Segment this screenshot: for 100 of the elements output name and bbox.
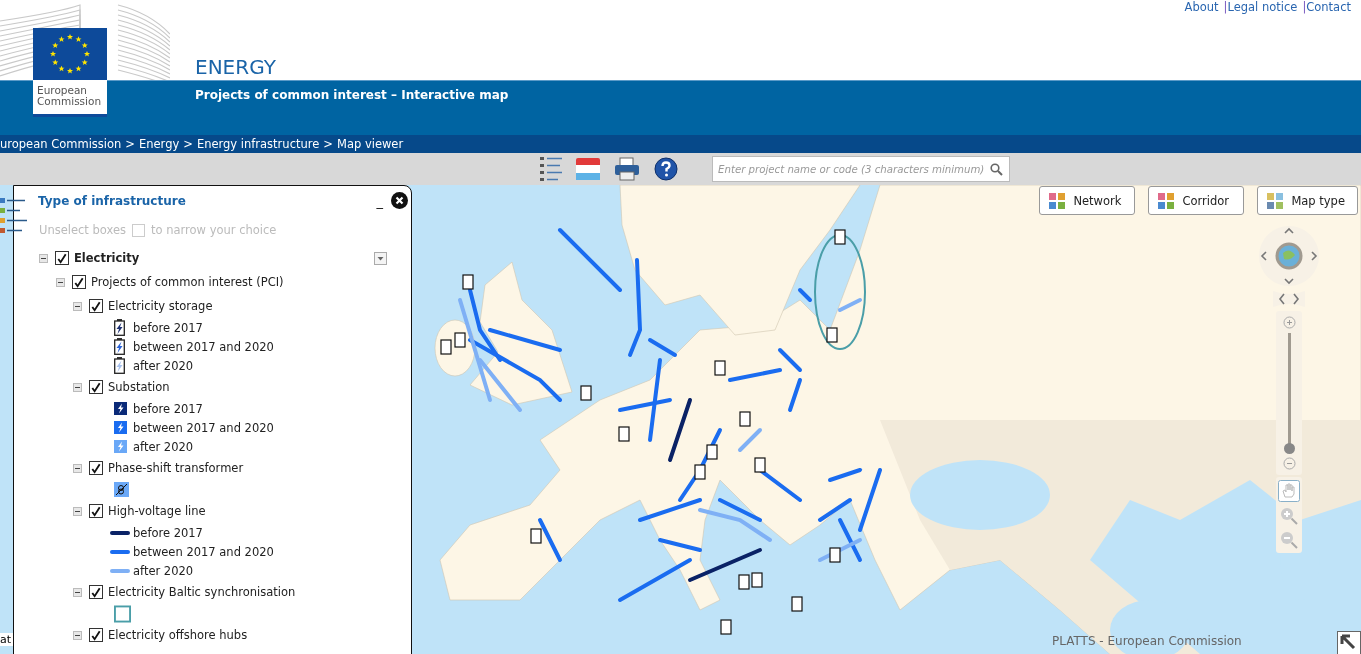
sync-area-outline[interactable]	[814, 234, 866, 350]
map-attribution: PLATTS - European Commission	[1052, 634, 1242, 648]
legend-label: between 2017 and 2020	[133, 339, 274, 354]
map-button[interactable]: Map type	[1257, 186, 1358, 215]
collapse-toggle[interactable]	[73, 587, 82, 597]
legend-label: after 2020	[133, 439, 194, 454]
map-marker[interactable]	[754, 457, 766, 473]
flag-icon[interactable]	[576, 158, 600, 180]
site-title: ENERGY	[195, 55, 276, 79]
map-marker[interactable]	[580, 385, 592, 401]
search-field[interactable]: Enter project name or code (3 characters minimum)	[712, 156, 1010, 182]
link-separator: |	[1223, 0, 1228, 14]
power-line[interactable]	[688, 548, 762, 582]
printer-icon[interactable]	[614, 157, 640, 181]
legend-label: before 2017	[133, 320, 203, 335]
map-marker[interactable]	[720, 619, 732, 635]
hint-text: to narrow your choice	[151, 223, 277, 237]
collapse-toggle[interactable]	[73, 463, 82, 473]
legend-label: before 2017	[133, 525, 203, 540]
arrow-icon[interactable]	[1337, 631, 1361, 654]
breadcrumb-link[interactable]: Energy	[139, 137, 180, 151]
top-link[interactable]: Contact	[1306, 0, 1351, 14]
unselect-checkbox[interactable]	[132, 223, 146, 237]
map-marker[interactable]	[714, 360, 726, 376]
map-marker[interactable]	[694, 464, 706, 480]
checkbox[interactable]	[89, 461, 103, 475]
collapse-toggle[interactable]	[73, 382, 82, 392]
lightning-icon	[114, 440, 127, 453]
legend-label: between 2017 and 2020	[133, 544, 274, 559]
map-tiles-icon	[1267, 192, 1284, 209]
tree-item-label: Electricity	[74, 251, 140, 265]
logo-text: European Commission	[36, 83, 103, 109]
panel-title: Type of infrastructure	[38, 193, 187, 208]
checkbox[interactable]	[89, 628, 103, 642]
legend-label: before 2017	[133, 401, 203, 416]
map-button[interactable]: Corridor	[1148, 186, 1245, 215]
breadcrumb-link[interactable]: Energy infrastructure	[196, 137, 320, 151]
layers-icon[interactable]	[0, 195, 30, 235]
map-marker[interactable]	[530, 528, 542, 544]
map-marker[interactable]	[739, 411, 751, 427]
grid-icon	[1158, 192, 1175, 209]
tree-item-label: Electricity storage	[108, 299, 213, 313]
map-marker[interactable]	[738, 574, 750, 590]
pan-control[interactable]	[1258, 225, 1320, 287]
breadcrumb-link[interactable]: Map viewer	[336, 137, 404, 151]
line-swatch	[110, 549, 130, 554]
power-line[interactable]	[668, 398, 692, 462]
legend-label: after 2020	[133, 563, 194, 578]
collapse-toggle[interactable]	[73, 630, 82, 640]
collapse-toggle[interactable]	[73, 301, 82, 311]
hint-text: Unselect boxes	[39, 223, 127, 237]
map-button[interactable]: Network	[1039, 186, 1136, 215]
checkbox[interactable]	[89, 504, 103, 518]
dropdown-icon[interactable]	[374, 251, 387, 265]
help-icon[interactable]	[654, 157, 678, 181]
tree-item-label: Phase-shift transformer	[108, 461, 244, 475]
battery-icon	[114, 357, 125, 374]
map-marker[interactable]	[791, 596, 803, 612]
checkbox[interactable]	[72, 275, 86, 289]
checkbox[interactable]	[89, 585, 103, 599]
battery-icon	[114, 338, 125, 355]
checkbox[interactable]	[89, 299, 103, 313]
tree-item-label: Electricity offshore hubs	[108, 628, 248, 642]
breadcrumb-separator: >	[183, 137, 193, 151]
legend-label: between 2017 and 2020	[133, 420, 274, 435]
map-marker[interactable]	[826, 327, 838, 343]
checkbox[interactable]	[89, 380, 103, 394]
map-marker[interactable]	[454, 332, 466, 348]
map-marker[interactable]	[440, 339, 452, 355]
legend-label: after 2020	[133, 358, 194, 373]
tree-item-label: Projects of common interest (PCI)	[91, 275, 284, 289]
breadcrumb-separator: >	[323, 137, 333, 151]
list-icon[interactable]	[540, 156, 562, 182]
map-marker[interactable]	[462, 274, 474, 290]
side-label: at	[0, 633, 13, 646]
map-marker[interactable]	[618, 426, 630, 442]
line-swatch	[110, 568, 130, 573]
top-link[interactable]: Legal notice	[1227, 0, 1298, 14]
breadcrumb-link[interactable]: uropean Commission	[0, 137, 122, 151]
collapse-toggle[interactable]	[39, 253, 48, 263]
collapse-toggle[interactable]	[56, 277, 65, 287]
tree-item-label: Substation	[108, 380, 170, 394]
checkbox[interactable]	[55, 251, 69, 265]
line-swatch	[110, 530, 130, 535]
battery-icon	[114, 319, 125, 336]
grid-icon	[1049, 192, 1066, 209]
minimize-button[interactable]: _	[376, 194, 391, 209]
lightning-icon	[114, 421, 127, 434]
map-marker[interactable]	[706, 444, 718, 460]
close-icon[interactable]	[391, 192, 408, 209]
rotate-control[interactable]	[1272, 289, 1306, 309]
power-line[interactable]	[818, 538, 862, 562]
map-marker[interactable]	[834, 229, 846, 245]
page-subtitle: Projects of common interest – Interactive map	[195, 88, 509, 102]
search-icon[interactable]	[990, 162, 1003, 176]
tree-item-label: Electricity Baltic synchronisation	[108, 585, 296, 599]
top-link[interactable]: About	[1184, 0, 1219, 14]
map-marker[interactable]	[751, 572, 763, 588]
map-marker[interactable]	[829, 547, 841, 563]
collapse-toggle[interactable]	[73, 506, 82, 516]
